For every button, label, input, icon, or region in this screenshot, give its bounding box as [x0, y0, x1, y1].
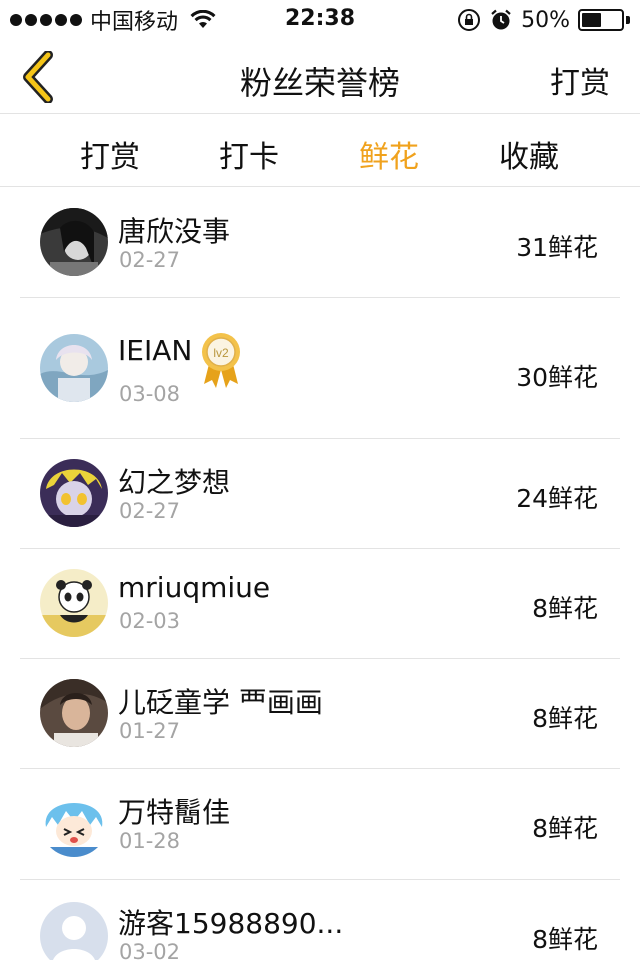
user-date: 01-28 [119, 829, 181, 853]
user-date: 02-03 [119, 609, 181, 633]
user-name: mriuqmiue [118, 571, 271, 604]
medal-level-text: lv2 [213, 346, 229, 360]
alarm-icon [491, 9, 511, 30]
user-name: 幻之梦想 [118, 466, 231, 499]
list-item[interactable]: IEIAN lv2 03-08 30鲜花 [0, 298, 640, 439]
tab-favorites[interactable]: 收藏 [469, 132, 589, 176]
list-item[interactable]: mriuqmiue 02-03 8鲜花 [0, 549, 640, 659]
flower-count: 30鲜花 [516, 363, 598, 392]
list-item[interactable]: 万特鬝佳 01-28 8鲜花 [0, 769, 640, 880]
avatar [40, 569, 108, 637]
user-name: 游客15988890... [118, 907, 344, 940]
list-item[interactable]: 幻之梦想 02-27 24鲜花 [0, 439, 640, 549]
tab-checkin[interactable]: 打卡 [189, 132, 309, 176]
avatar [40, 208, 108, 276]
battery-icon [578, 9, 630, 31]
flower-count: 8鲜花 [532, 704, 598, 733]
user-date: 02-27 [119, 248, 181, 272]
avatar [40, 679, 108, 747]
flower-count: 8鲜花 [532, 814, 598, 843]
page-title: 粉丝荣誉榜 [239, 64, 400, 102]
user-date: 02-27 [119, 499, 181, 523]
avatar [40, 902, 108, 960]
avatar [40, 789, 108, 857]
flower-count: 8鲜花 [532, 594, 598, 623]
reward-button[interactable]: 打赏 [550, 58, 610, 102]
user-name: IEIAN [118, 334, 193, 367]
flower-count: 24鲜花 [516, 484, 598, 513]
avatar [40, 334, 108, 402]
battery-percentage: 50% [521, 7, 570, 33]
navigation-bar: 粉丝荣誉榜 打赏 [0, 40, 640, 114]
flower-count: 31鲜花 [516, 233, 598, 262]
user-name: 万特鬝佳 [118, 796, 231, 829]
list-item[interactable]: 儿砭童学 ⻃画画 01-27 8鲜花 [0, 659, 640, 769]
user-date: 01-27 [119, 719, 181, 743]
list-item[interactable]: 唐欣没事 02-27 31鲜花 [0, 188, 640, 298]
list-item[interactable]: 游客15988890... 03-02 8鲜花 [0, 880, 640, 960]
tab-flowers[interactable]: 鲜花 [329, 132, 449, 176]
user-name: 儿砭童学 ⻃画画 [118, 686, 323, 719]
category-tabs: 打赏 打卡 鲜花 收藏 [0, 114, 640, 187]
flower-count: 8鲜花 [532, 925, 598, 954]
level-medal-icon: lv2 [202, 333, 240, 388]
user-date: 03-02 [119, 940, 181, 960]
user-date: 03-08 [119, 382, 181, 406]
status-right: 50% [457, 6, 630, 34]
status-bar: 中国移动 22:38 50% [0, 0, 640, 40]
user-name: 唐欣没事 [118, 215, 231, 248]
avatar [40, 459, 108, 527]
tab-reward[interactable]: 打赏 [50, 132, 170, 176]
rotation-lock-icon [458, 9, 481, 31]
